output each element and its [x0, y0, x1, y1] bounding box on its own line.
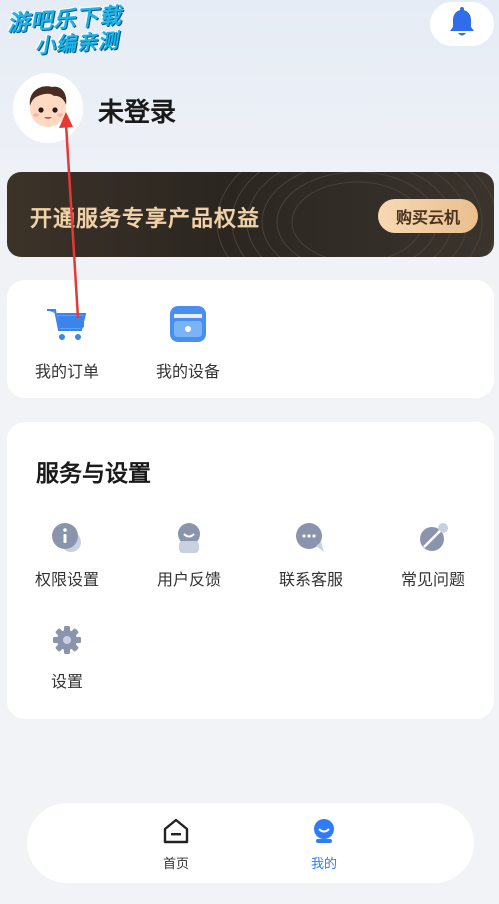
- notification-button[interactable]: [430, 2, 494, 46]
- tab-home[interactable]: 首页: [146, 817, 206, 872]
- services-card: 服务与设置 权限设置 用户反馈 联系客服 常见问题 设置: [7, 422, 494, 719]
- vip-banner[interactable]: 开通服务专享产品权益 购买云机: [7, 172, 494, 257]
- quick-entry-card: 我的订单 我的设备: [7, 280, 494, 398]
- bell-icon: [448, 7, 476, 41]
- settings-label: 设置: [50, 672, 83, 691]
- permission-settings-entry[interactable]: 权限设置: [21, 520, 113, 590]
- tab-profile[interactable]: 我的: [294, 817, 354, 872]
- home-icon: [162, 817, 190, 849]
- avatar-boy-icon: [20, 78, 76, 138]
- services-title: 服务与设置: [36, 461, 151, 487]
- faq-label: 常见问题: [400, 570, 465, 589]
- username-label[interactable]: 未登录: [98, 92, 176, 129]
- user-feedback-label: 用户反馈: [156, 570, 221, 589]
- vip-banner-text: 开通服务专享产品权益: [30, 207, 261, 232]
- user-feedback-entry[interactable]: 用户反馈: [143, 520, 235, 590]
- buy-cloud-phone-button[interactable]: 购买云机: [378, 199, 478, 233]
- bottom-tab-bar: 首页 我的: [27, 803, 474, 883]
- gear-icon: [49, 622, 85, 658]
- cart-icon: [45, 304, 89, 348]
- contact-support-label: 联系客服: [278, 570, 343, 589]
- contact-support-entry[interactable]: 联系客服: [265, 520, 357, 590]
- my-devices-entry[interactable]: 我的设备: [142, 304, 234, 382]
- chat-icon: [293, 520, 329, 556]
- settings-entry[interactable]: 设置: [21, 622, 113, 692]
- info-icon: [49, 520, 85, 556]
- device-icon: [168, 304, 208, 348]
- tab-profile-label: 我的: [310, 857, 337, 872]
- tab-home-label: 首页: [162, 857, 189, 872]
- my-orders-label: 我的订单: [34, 362, 99, 381]
- feedback-icon: [171, 520, 207, 556]
- my-orders-entry[interactable]: 我的订单: [21, 304, 113, 382]
- avatar[interactable]: [13, 73, 83, 143]
- profile-icon: [310, 817, 338, 849]
- watermark: 游吧乐下载 小编亲测: [6, 3, 148, 59]
- my-devices-label: 我的设备: [155, 362, 220, 381]
- faq-icon: [415, 520, 451, 556]
- faq-entry[interactable]: 常见问题: [387, 520, 479, 590]
- permission-settings-label: 权限设置: [34, 570, 99, 589]
